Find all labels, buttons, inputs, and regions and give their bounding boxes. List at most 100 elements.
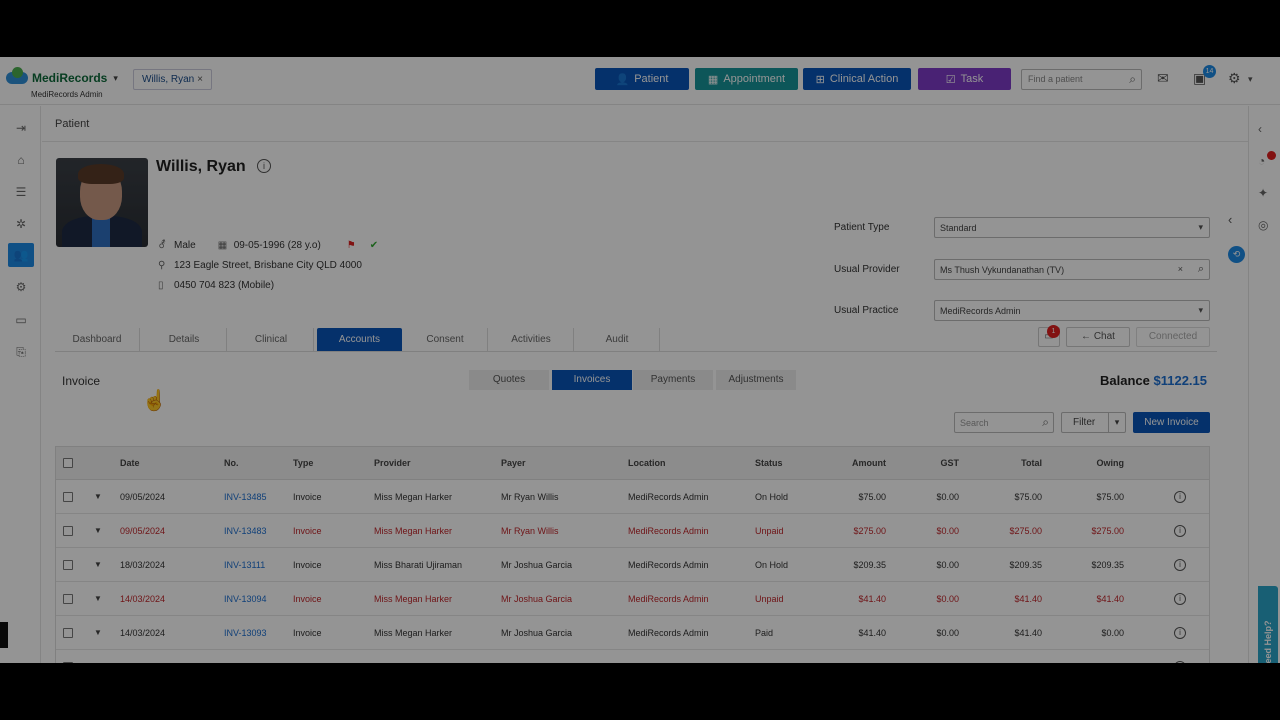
check-icon[interactable]: ✔ (370, 240, 378, 251)
info-icon[interactable]: i (1174, 490, 1186, 503)
chevron-down-icon[interactable]: ▼ (94, 616, 102, 649)
chevron-down-icon[interactable]: ▾ (1248, 74, 1253, 85)
clinical-action-button[interactable]: ⊞ Clinical Action (803, 68, 911, 90)
calendar-icon: ▦ (707, 73, 719, 86)
link-icon[interactable]: ⟲ (1228, 246, 1245, 263)
chevron-down-icon[interactable]: ▼ (94, 582, 102, 615)
col-no[interactable]: No. (224, 447, 239, 479)
info-icon[interactable]: i (1174, 592, 1186, 605)
tab-accounts[interactable]: Accounts (317, 328, 402, 351)
expand-menu-icon[interactable]: ⇥ (8, 116, 34, 140)
scheduler-icon[interactable]: ✲ (8, 212, 34, 236)
usual-provider-field[interactable]: Ms Thush Vykundanathan (TV) × ⌕ (934, 259, 1210, 280)
appointment-button[interactable]: ▦ Appointment (695, 68, 798, 90)
cell-owing: $209.35 (1091, 559, 1124, 570)
task-button[interactable]: ☑ Task (918, 68, 1011, 90)
row-checkbox[interactable] (63, 661, 73, 663)
col-provider[interactable]: Provider (374, 447, 411, 479)
chevron-down-icon[interactable]: ▼ (94, 548, 102, 581)
bell-icon[interactable]: ◔ (1258, 154, 1265, 168)
info-icon[interactable]: i (257, 159, 271, 173)
open-patient-tab[interactable]: Willis, Ryan × (133, 69, 212, 90)
folder-icon[interactable]: ▭ (8, 308, 34, 332)
info-icon[interactable]: i (1174, 524, 1186, 537)
chevron-down-icon[interactable]: ▾ (1108, 413, 1125, 432)
subtab-payments[interactable]: Payments (633, 370, 713, 390)
search-icon[interactable]: ⌕ (1198, 263, 1204, 276)
patient-type-select[interactable]: Standard ▾ (934, 217, 1210, 238)
chevron-left-icon[interactable]: ‹ (1228, 212, 1232, 227)
home-icon[interactable]: ⌂ (8, 148, 34, 172)
table-row[interactable]: ▼ 09/05/2024 INV-13485 Invoice Miss Megan Ha… (56, 480, 1209, 514)
cell-no[interactable]: INV-13077 (224, 650, 267, 664)
cell-no[interactable]: INV-13093 (224, 616, 267, 649)
support-icon[interactable]: ◎ (1258, 218, 1268, 232)
list-icon[interactable]: ☰ (8, 180, 34, 204)
col-amount[interactable]: Amount (816, 447, 886, 479)
row-select-cell (63, 480, 73, 513)
pin-icon[interactable]: ✦ (1258, 186, 1268, 200)
settings-icon[interactable]: ⚙ (8, 275, 34, 299)
filter-button[interactable]: Filter ▾ (1061, 412, 1126, 433)
tab-consent[interactable]: Consent (403, 328, 488, 351)
col-location[interactable]: Location (628, 447, 666, 479)
info-icon[interactable]: i (1174, 558, 1186, 571)
tab-dashboard[interactable]: Dashboard (55, 328, 140, 351)
invoice-search-input[interactable]: Search ⌕ (954, 412, 1054, 433)
cell-no[interactable]: INV-13094 (224, 582, 267, 615)
table-row[interactable]: ▼ 14/03/2024 INV-13093 Invoice Miss Megan Ha… (56, 616, 1209, 650)
col-owing[interactable]: Owing (1052, 447, 1125, 479)
cell-no[interactable]: INV-13483 (224, 514, 267, 547)
new-invoice-button[interactable]: New Invoice (1133, 412, 1210, 433)
clear-icon[interactable]: × (1178, 264, 1183, 274)
col-status[interactable]: Status (755, 447, 783, 479)
chevron-down-icon[interactable]: ▼ (94, 514, 102, 547)
connected-button[interactable]: Connected (1136, 327, 1210, 347)
find-patient-input[interactable]: Find a patient ⌕ (1021, 69, 1142, 90)
tab-activities[interactable]: Activities (489, 328, 574, 351)
tab-clinical[interactable]: Clinical (229, 328, 314, 351)
select-all-checkbox[interactable] (63, 458, 73, 468)
tab-audit[interactable]: Audit (575, 328, 660, 351)
chevron-down-icon[interactable]: ▼ (94, 480, 102, 513)
col-gst[interactable]: GST (904, 447, 959, 479)
chevron-down-icon[interactable]: ▾ (113, 73, 118, 84)
chevron-left-icon[interactable]: ‹ (1258, 122, 1262, 136)
close-icon[interactable]: × (197, 74, 203, 85)
row-checkbox[interactable] (63, 491, 73, 502)
cell-no[interactable]: INV-13485 (224, 480, 267, 513)
row-checkbox[interactable] (63, 593, 73, 604)
search-icon[interactable]: ⌕ (1129, 72, 1136, 87)
side-handle[interactable] (0, 622, 8, 648)
subtab-quotes[interactable]: Quotes (469, 370, 549, 390)
table-row[interactable]: ▼ 18/03/2024 INV-13111 Invoice Miss Bharati … (56, 548, 1209, 582)
chat-button[interactable]: ← Chat (1066, 327, 1130, 347)
need-help-button[interactable]: Need Help? (1258, 586, 1278, 663)
col-date[interactable]: Date (120, 447, 140, 479)
cell-no[interactable]: INV-13111 (224, 548, 265, 581)
row-checkbox[interactable] (63, 627, 73, 638)
subtab-adjustments[interactable]: Adjustments (716, 370, 796, 390)
row-checkbox[interactable] (63, 525, 73, 536)
chevron-down-icon[interactable]: ▼ (94, 650, 102, 663)
col-payer[interactable]: Payer (501, 447, 526, 479)
account-icon[interactable]: ⚙ (1228, 70, 1241, 87)
info-icon[interactable]: i (1174, 626, 1186, 639)
search-icon[interactable]: ⌕ (1042, 415, 1049, 430)
info-icon[interactable]: i (1174, 660, 1186, 663)
mail-icon[interactable]: ✉ (1157, 70, 1169, 87)
usual-practice-select[interactable]: MediRecords Admin ▾ (934, 300, 1210, 321)
reports-icon[interactable]: ⎘ (8, 340, 34, 364)
row-checkbox[interactable] (63, 559, 73, 570)
col-total[interactable]: Total (972, 447, 1042, 479)
tab-details[interactable]: Details (142, 328, 227, 351)
table-row[interactable]: ▼ 12/03/2024 INV-13077 At Billing Mr Joshua … (56, 650, 1209, 663)
patients-icon[interactable]: 👥 (8, 243, 34, 267)
flag-icon[interactable]: ⚑ (347, 240, 356, 251)
patient-button[interactable]: 👤 Patient (595, 68, 689, 90)
table-row[interactable]: ▼ 09/05/2024 INV-13483 Invoice Miss Megan Ha… (56, 514, 1209, 548)
app-logo[interactable]: MediRecords ▾ (6, 67, 118, 85)
col-type[interactable]: Type (293, 447, 313, 479)
subtab-invoices[interactable]: Invoices (552, 370, 632, 390)
table-row[interactable]: ▼ 14/03/2024 INV-13094 Invoice Miss Megan Ha… (56, 582, 1209, 616)
